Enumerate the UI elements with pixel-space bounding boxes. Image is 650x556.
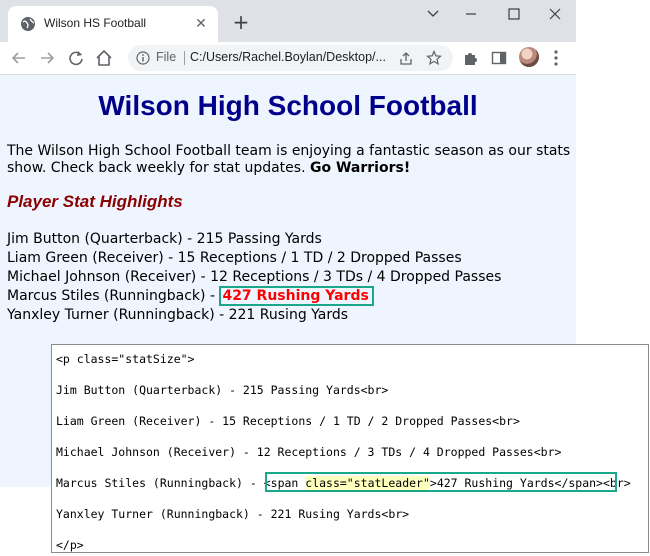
address-bar[interactable]: File C:/Users/Rachel.Boylan/Desktop/... bbox=[128, 45, 453, 71]
more-menu-icon[interactable] bbox=[550, 48, 562, 68]
code-prefix: Marcus Stiles (Runningback) - bbox=[56, 476, 264, 490]
code-highlight-box bbox=[265, 472, 617, 492]
code-line: <p class="statSize"> bbox=[56, 352, 195, 366]
new-tab-button[interactable]: + bbox=[230, 11, 252, 33]
close-window-icon[interactable] bbox=[540, 4, 570, 24]
bookmark-star-icon[interactable] bbox=[426, 50, 442, 66]
intro-paragraph: The Wilson High School Football team is … bbox=[7, 143, 572, 177]
code-line: Yanxley Turner (Runningback) - 221 Rusin… bbox=[56, 507, 410, 521]
tab-title: Wilson HS Football bbox=[44, 16, 147, 30]
back-arrow-icon[interactable] bbox=[8, 47, 30, 69]
reload-icon[interactable] bbox=[65, 47, 87, 69]
code-line: Jim Button (Quarterback) - 215 Passing Y… bbox=[56, 383, 389, 397]
url-text[interactable]: C:/Users/Rachel.Boylan/Desktop/... bbox=[190, 50, 386, 64]
forward-arrow-icon[interactable] bbox=[36, 47, 58, 69]
page-title: Wilson High School Football bbox=[98, 90, 478, 121]
stat-line: Liam Green (Receiver) - 15 Receptions / … bbox=[7, 250, 462, 266]
code-line: Michael Johnson (Receiver) - 12 Receptio… bbox=[56, 445, 562, 459]
close-tab-icon[interactable]: ✕ bbox=[192, 15, 210, 33]
tab-strip: Wilson HS Football ✕ + bbox=[0, 0, 576, 42]
side-panel-icon[interactable] bbox=[490, 49, 508, 67]
stat-line: Jim Button (Quarterback) - 215 Passing Y… bbox=[7, 231, 322, 247]
maximize-icon[interactable] bbox=[499, 4, 529, 24]
address-separator bbox=[184, 51, 185, 65]
browser-toolbar: File C:/Users/Rachel.Boylan/Desktop/... bbox=[0, 42, 576, 75]
intro-text: The Wilson High School Football team is … bbox=[7, 143, 571, 176]
stat-list: Jim Button (Quarterback) - 215 Passing Y… bbox=[7, 230, 572, 325]
code-snippet-panel: <p class="statSize"> Jim Button (Quarter… bbox=[51, 344, 649, 553]
stat-line-prefix: Marcus Stiles (Runningback) - bbox=[7, 288, 220, 304]
profile-avatar[interactable] bbox=[519, 47, 539, 67]
info-icon[interactable] bbox=[136, 51, 150, 65]
stat-leader-highlight: 427 Rushing Yards bbox=[219, 286, 374, 306]
home-icon[interactable] bbox=[93, 47, 115, 69]
stat-line-leader: Marcus Stiles (Runningback) - 427 Rushin… bbox=[7, 286, 572, 306]
code-line: Liam Green (Receiver) - 15 Receptions / … bbox=[56, 414, 520, 428]
share-icon[interactable] bbox=[398, 50, 414, 66]
stat-line: Yanxley Turner (Runningback) - 221 Rusin… bbox=[7, 307, 349, 323]
intro-bold-text: Go Warriors! bbox=[309, 160, 411, 176]
section-heading: Player Stat Highlights bbox=[7, 192, 183, 211]
code-line: </p> bbox=[56, 538, 84, 552]
scheme-label: File bbox=[156, 50, 177, 64]
stat-line: Michael Johnson (Receiver) - 12 Receptio… bbox=[7, 269, 502, 285]
extensions-puzzle-icon[interactable] bbox=[462, 49, 480, 67]
globe-icon bbox=[21, 17, 35, 31]
tab-search-chevron-icon[interactable] bbox=[418, 4, 448, 24]
tab-wilson-hs-football[interactable]: Wilson HS Football ✕ bbox=[8, 6, 218, 42]
minimize-icon[interactable] bbox=[456, 4, 486, 24]
